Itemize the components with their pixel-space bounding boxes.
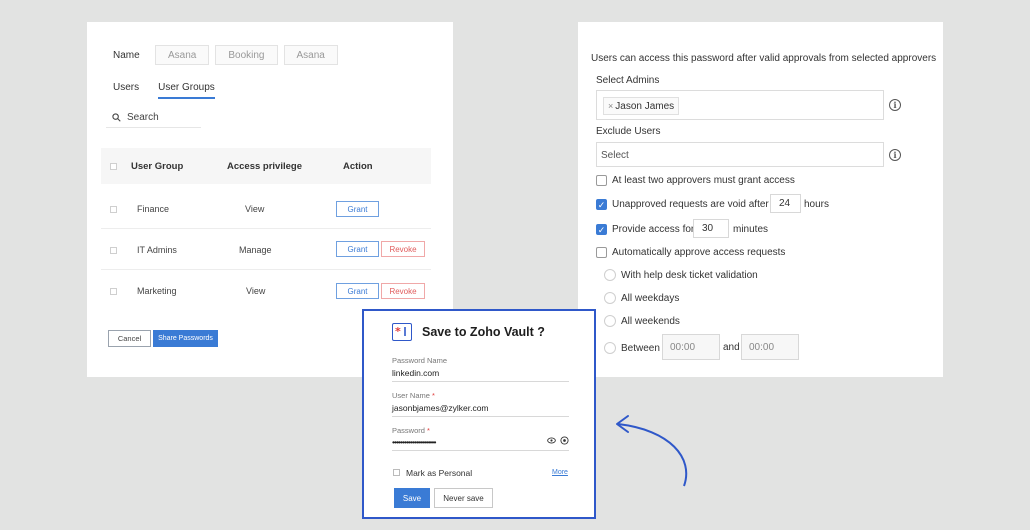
row-privilege: Manage [239,245,272,255]
name-pill-2[interactable]: Booking [215,45,278,65]
auto-approve-label: Automatically approve access requests [612,247,786,258]
table-row: IT Admins Manage Grant Revoke [101,229,431,270]
exclude-placeholder: Select [601,150,629,161]
table-row: Marketing View Grant Revoke [101,270,431,311]
helpdesk-radio[interactable] [604,269,616,281]
provide-access-checkbox[interactable]: ✓ [596,224,607,235]
weekdays-label: All weekdays [621,293,680,304]
search-input[interactable]: Search [106,109,201,128]
between-label: Between [621,343,660,354]
save-button[interactable]: Save [394,488,430,508]
admin-chip-label: Jason James [615,100,675,112]
approval-intro-text: Users can access this password after val… [591,53,937,64]
search-icon [112,113,121,122]
end-time-input[interactable]: 00:00 [741,334,799,360]
username-label: User Name * [392,391,435,400]
more-link[interactable]: More [552,469,568,476]
weekends-radio[interactable] [604,315,616,327]
info-icon[interactable]: i [889,149,901,161]
hours-label: hours [804,199,830,210]
two-approvers-label: At least two approvers must grant access [612,175,795,186]
name-row: Name Asana Booking Asana [113,45,344,65]
grant-button[interactable]: Grant [336,241,379,257]
remove-chip-icon[interactable]: × [608,101,613,111]
row-checkbox[interactable] [110,206,117,213]
name-label: Name [113,49,140,61]
cancel-button[interactable]: Cancel [108,330,151,347]
exclude-users-field[interactable]: Select [596,142,884,167]
tab-user-groups[interactable]: User Groups [158,82,215,99]
share-passwords-button[interactable]: Share Passwords [153,330,218,347]
info-icon[interactable]: i [889,99,901,111]
vault-icon: * [392,323,412,341]
table-row: Finance View Grant [101,188,431,229]
mark-personal-checkbox[interactable] [393,469,400,476]
and-label: and [723,342,740,353]
row-group: Marketing [137,286,177,296]
password-name-label: Password Name [392,356,448,365]
select-admins-field[interactable]: × Jason James [596,90,884,120]
svg-text:*: * [395,325,401,338]
weekends-label: All weekends [621,316,680,327]
start-time-input[interactable]: 00:00 [662,334,720,360]
weekdays-radio[interactable] [604,292,616,304]
search-placeholder: Search [127,112,159,123]
access-minutes-input[interactable]: 30 [693,219,729,238]
mark-personal-label: Mark as Personal [406,468,473,478]
username-field[interactable]: jasonbjames@zylker.com [392,403,569,417]
row-checkbox[interactable] [110,247,117,254]
row-checkbox[interactable] [110,288,117,295]
grant-button[interactable]: Grant [336,201,379,217]
password-field[interactable]: •••••••••••••••••••••• [392,437,569,451]
header-user-group: User Group [131,161,184,172]
tab-users[interactable]: Users [113,82,139,99]
pointer-arrow-icon [616,415,688,487]
generate-password-icon[interactable] [560,436,569,445]
auto-approve-checkbox[interactable] [596,247,607,258]
select-all-checkbox[interactable] [110,163,117,170]
access-control-panel: Users can access this password after val… [578,22,943,377]
revoke-button[interactable]: Revoke [381,241,425,257]
void-hours-input[interactable]: 24 [770,194,801,213]
row-group: IT Admins [137,245,177,255]
share-tabs: Users User Groups [113,82,234,99]
two-approvers-checkbox[interactable] [596,175,607,186]
provide-access-label: Provide access for [612,224,695,235]
void-requests-label: Unapproved requests are void after [612,199,769,210]
row-privilege: View [246,286,266,296]
admin-chip: × Jason James [603,97,680,115]
password-label: Password * [392,426,430,435]
void-requests-checkbox[interactable]: ✓ [596,199,607,210]
never-save-button[interactable]: Never save [434,488,493,508]
name-pill-3[interactable]: Asana [283,45,338,65]
header-action: Action [343,161,373,172]
minutes-label: minutes [733,224,769,235]
helpdesk-label: With help desk ticket validation [621,270,758,281]
header-access-privilege: Access privilege [227,161,302,172]
grant-button[interactable]: Grant [336,283,379,299]
revoke-button[interactable]: Revoke [381,283,425,299]
select-admins-label: Select Admins [596,75,660,86]
table-header: User Group Access privilege Action [101,148,431,184]
between-radio[interactable] [604,342,616,354]
exclude-users-label: Exclude Users [596,126,661,137]
name-pill-1[interactable]: Asana [155,45,210,65]
row-privilege: View [245,204,265,214]
save-to-vault-dialog: * Save to Zoho Vault ? Password Name lin… [362,309,596,519]
show-password-icon[interactable] [547,437,556,444]
row-group: Finance [137,204,170,214]
dialog-title: Save to Zoho Vault ? [422,325,545,339]
password-name-field[interactable]: linkedin.com [392,368,569,382]
